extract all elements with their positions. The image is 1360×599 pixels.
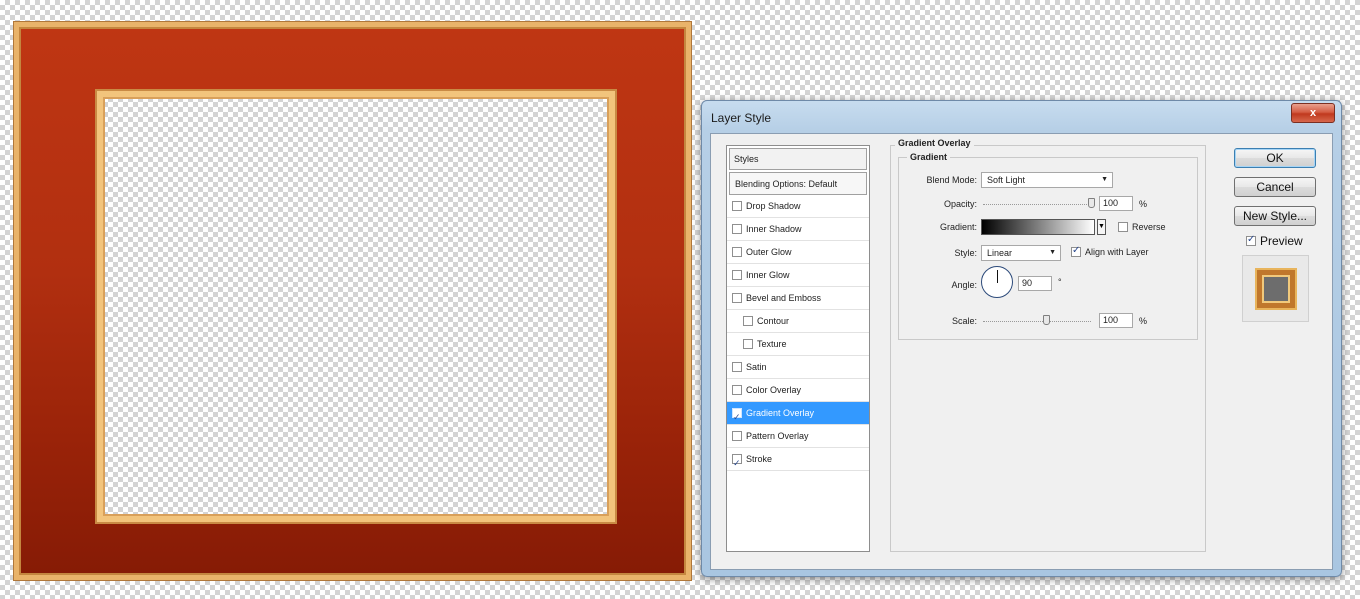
style-label: Style: xyxy=(954,248,977,258)
blend-mode-select[interactable]: Soft Light ▼ xyxy=(981,172,1113,188)
style-items: Drop Shadow Inner Shadow Outer Glow Inner G… xyxy=(727,195,869,474)
gradient-subgroup-title: Gradient xyxy=(907,152,951,162)
style-item-checkbox[interactable] xyxy=(732,224,742,234)
style-item-label: Texture xyxy=(757,339,787,349)
style-item-checkbox[interactable] xyxy=(732,362,742,372)
chevron-down-icon: ▼ xyxy=(1101,176,1108,183)
style-item-label: Color Overlay xyxy=(746,385,802,395)
angle-label: Angle: xyxy=(951,280,977,290)
preview-swatch xyxy=(1242,255,1309,322)
style-item-checkbox[interactable] xyxy=(732,247,742,257)
style-item-checkbox[interactable] xyxy=(732,452,742,474)
style-item-label: Inner Glow xyxy=(746,270,790,280)
cancel-button[interactable]: Cancel xyxy=(1234,177,1316,197)
blending-options-item[interactable]: Blending Options: Default xyxy=(729,172,867,195)
style-item-checkbox[interactable] xyxy=(732,270,742,280)
scale-unit: % xyxy=(1139,316,1148,326)
gradient-picker[interactable] xyxy=(981,219,1095,235)
ok-button[interactable]: OK xyxy=(1234,148,1316,168)
style-item-label: Pattern Overlay xyxy=(746,431,809,441)
style-item-label: Contour xyxy=(757,316,790,326)
style-item-label: Drop Shadow xyxy=(746,201,801,211)
angle-dial[interactable] xyxy=(981,266,1013,298)
new-style-button[interactable]: New Style... xyxy=(1234,206,1316,226)
style-item-checkbox[interactable] xyxy=(743,339,753,349)
style-item-texture[interactable]: Texture xyxy=(727,333,869,356)
layer-style-dialog: Layer Style x Styles Blending Options: D… xyxy=(701,100,1342,577)
style-item-satin[interactable]: Satin xyxy=(727,356,869,379)
style-item-label: Outer Glow xyxy=(746,247,792,257)
blend-mode-label: Blend Mode: xyxy=(926,175,977,185)
style-item-gradient-overlay[interactable]: Gradient Overlay xyxy=(727,402,869,428)
dialog-client-area: Styles Blending Options: Default Drop Sh… xyxy=(710,133,1333,570)
opacity-input[interactable]: 100 xyxy=(1099,196,1133,211)
preview-checkbox[interactable] xyxy=(1246,234,1256,246)
style-item-drop-shadow[interactable]: Drop Shadow xyxy=(727,195,869,218)
style-item-stroke[interactable]: Stroke xyxy=(727,448,869,474)
style-item-checkbox[interactable] xyxy=(732,406,742,428)
align-with-layer-checkbox[interactable] xyxy=(1071,245,1081,257)
reverse-label: Reverse xyxy=(1132,222,1166,232)
preview-frame-thumbnail xyxy=(1257,270,1295,308)
scale-slider-thumb[interactable] xyxy=(1042,315,1050,325)
close-button[interactable]: x xyxy=(1291,103,1335,123)
style-select[interactable]: Linear ▼ xyxy=(981,245,1061,261)
style-item-pattern-overlay[interactable]: Pattern Overlay xyxy=(727,425,869,448)
style-item-inner-glow[interactable]: Inner Glow xyxy=(727,264,869,287)
opacity-slider-thumb[interactable] xyxy=(1088,198,1095,208)
angle-input[interactable]: 90 xyxy=(1018,276,1052,291)
style-item-label: Stroke xyxy=(746,454,773,464)
styles-list: Styles Blending Options: Default Drop Sh… xyxy=(726,145,870,552)
style-item-checkbox[interactable] xyxy=(732,293,742,303)
opacity-slider-track[interactable] xyxy=(983,204,1091,206)
gradient-label: Gradient: xyxy=(939,222,977,232)
gradient-overlay-title: Gradient Overlay xyxy=(895,138,974,148)
chevron-down-icon: ▼ xyxy=(1049,249,1056,256)
dialog-title: Layer Style xyxy=(711,111,772,125)
style-item-checkbox[interactable] xyxy=(732,431,742,441)
frame-transparent-center xyxy=(97,91,615,522)
preview-label: Preview xyxy=(1260,234,1303,248)
scale-input[interactable]: 100 xyxy=(1099,313,1133,328)
reverse-checkbox[interactable] xyxy=(1118,222,1128,232)
style-item-checkbox[interactable] xyxy=(732,385,742,395)
style-item-label: Bevel and Emboss xyxy=(746,293,822,303)
photo-frame-artwork xyxy=(14,22,691,580)
style-value: Linear xyxy=(987,248,1013,258)
style-item-checkbox[interactable] xyxy=(743,316,753,326)
angle-unit: ° xyxy=(1058,277,1062,287)
styles-header[interactable]: Styles xyxy=(729,148,867,170)
style-item-label: Gradient Overlay xyxy=(746,408,815,418)
style-item-label: Satin xyxy=(746,362,767,372)
style-item-bevel-and-emboss[interactable]: Bevel and Emboss xyxy=(727,287,869,310)
style-item-inner-shadow[interactable]: Inner Shadow xyxy=(727,218,869,241)
style-item-color-overlay[interactable]: Color Overlay xyxy=(727,379,869,402)
style-item-checkbox[interactable] xyxy=(732,201,742,211)
style-item-contour[interactable]: Contour xyxy=(727,310,869,333)
preview-toggle[interactable]: Preview xyxy=(1246,234,1303,248)
opacity-unit: % xyxy=(1139,199,1148,209)
gradient-dropdown-icon[interactable]: ▼ xyxy=(1097,219,1106,235)
opacity-label: Opacity: xyxy=(943,199,977,209)
style-item-outer-glow[interactable]: Outer Glow xyxy=(727,241,869,264)
scale-label: Scale: xyxy=(951,316,977,326)
style-item-label: Inner Shadow xyxy=(746,224,802,234)
blend-mode-value: Soft Light xyxy=(987,175,1026,185)
scale-slider-track[interactable] xyxy=(983,321,1091,323)
align-with-layer-label: Align with Layer xyxy=(1085,247,1149,257)
